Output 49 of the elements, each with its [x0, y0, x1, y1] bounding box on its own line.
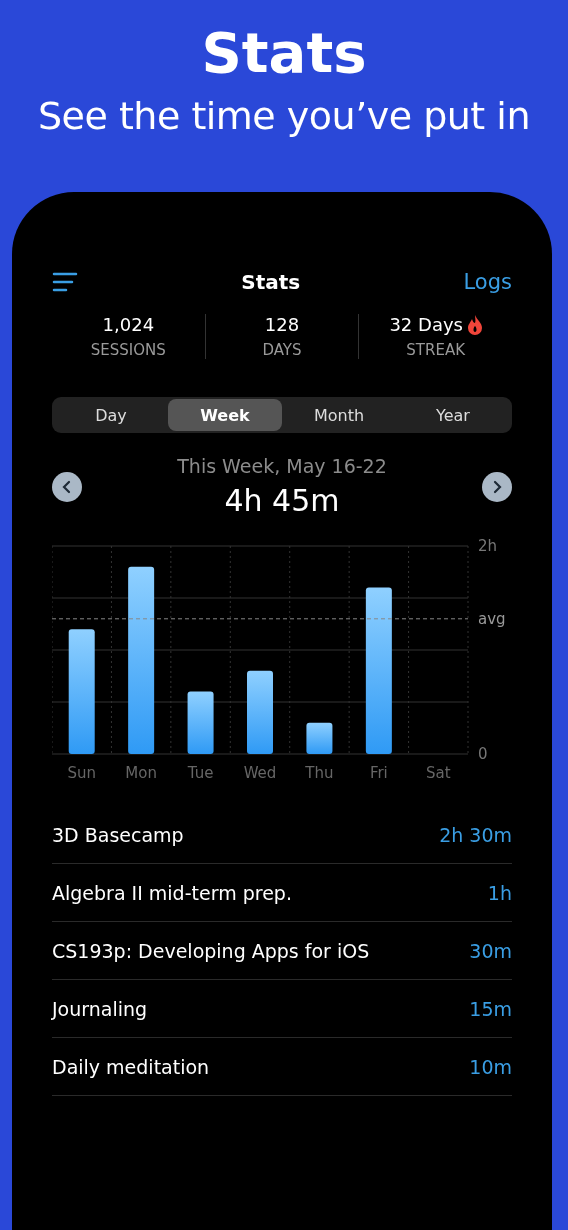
activity-time: 30m	[469, 939, 512, 962]
day-label: Thu	[305, 764, 334, 782]
activity-name: Daily meditation	[52, 1055, 210, 1078]
stat-value: 1,024	[102, 314, 155, 335]
stat-label: SESSIONS	[90, 341, 166, 359]
chevron-left-icon	[61, 479, 73, 494]
stat-value: 128	[264, 314, 300, 335]
period-label: This Week, May 16-22	[177, 455, 387, 477]
day-label: Mon	[125, 764, 157, 782]
day-label: Fri	[369, 764, 388, 782]
period-tab[interactable]: Week	[168, 399, 282, 431]
logs-link[interactable]: Logs	[463, 270, 512, 294]
page-subtitle: See the time you’ve put in	[38, 93, 530, 140]
period-tab[interactable]: Year	[396, 399, 510, 431]
stat-label: DAYS	[262, 341, 302, 359]
activity-row[interactable]: Journaling 15m	[52, 980, 512, 1038]
flame-icon	[467, 314, 482, 335]
period-tab[interactable]: Day	[54, 399, 168, 431]
activity-name: Journaling	[52, 997, 148, 1020]
menu-icon[interactable]	[52, 271, 78, 293]
activity-name: CS193p: Developing Apps for iOS	[52, 939, 370, 962]
average-label: avg	[478, 609, 506, 628]
activity-time: 15m	[469, 997, 512, 1020]
period-tab[interactable]: Month	[282, 399, 396, 431]
activity-row[interactable]: 3D Basecamp 2h 30m	[52, 806, 512, 864]
activity-time: 10m	[469, 1055, 512, 1078]
screen-title: Stats	[241, 270, 301, 294]
activity-row[interactable]: Algebra II mid-term prep. 1h	[52, 864, 512, 922]
activity-row[interactable]: CS193p: Developing Apps for iOS 30m	[52, 922, 512, 980]
activity-time: 2h 30m	[439, 823, 512, 846]
day-label: Sun	[67, 764, 96, 782]
day-label: Sat	[426, 764, 451, 782]
chevron-right-icon	[491, 479, 503, 494]
activity-time: 1h	[487, 881, 512, 904]
activity-name: 3D Basecamp	[52, 823, 184, 846]
activity-name: Algebra II mid-term prep.	[52, 881, 292, 904]
day-label: Tue	[187, 764, 214, 782]
activity-row[interactable]: Daily meditation 10m	[52, 1038, 512, 1096]
stat-value: 32 Days	[389, 314, 463, 335]
page-title: Stats	[201, 19, 367, 87]
chart-bar	[187, 691, 214, 754]
stat-label: STREAK	[406, 341, 465, 359]
next-button[interactable]	[482, 471, 512, 502]
day-label: Wed	[243, 764, 277, 782]
previous-button[interactable]	[52, 471, 82, 502]
period-total: 4h 45m	[224, 483, 340, 518]
chart-bar	[306, 722, 333, 754]
axis-label: 2h	[478, 537, 498, 555]
axis-label: 0	[478, 745, 488, 763]
